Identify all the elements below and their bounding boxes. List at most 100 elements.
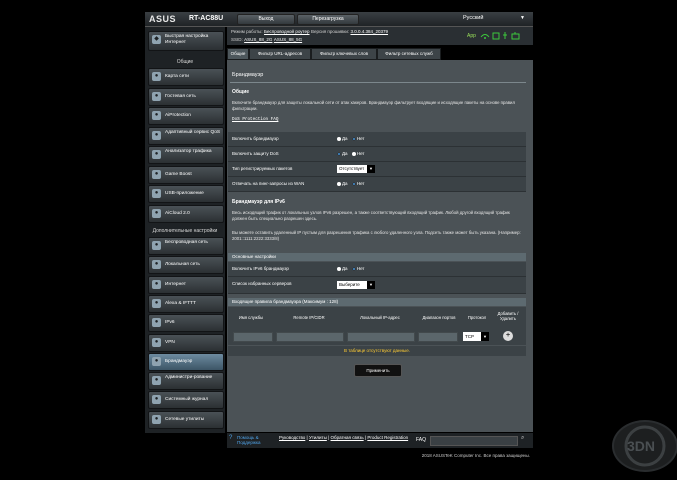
sidebar-item-ipv6[interactable]: ● IPv6 xyxy=(148,314,224,333)
radio-no[interactable] xyxy=(351,151,356,156)
admin-icon: ● xyxy=(152,376,161,386)
firewall-icon: ● xyxy=(152,356,161,366)
local-ip-input[interactable] xyxy=(347,332,415,342)
divider xyxy=(230,82,526,83)
app-label[interactable]: App xyxy=(467,33,476,39)
setting-row-favorite-servers: Список избранных серверов Выберите ▼ xyxy=(228,277,526,294)
sidebar-item-label: AiCloud 2.0 xyxy=(165,210,190,216)
apply-button[interactable]: Применить xyxy=(354,364,402,377)
sidebar-item-firewall[interactable]: ● Брандмауэр xyxy=(148,352,224,371)
tab-url-filter[interactable]: Фильтр URL-адресов xyxy=(249,48,311,60)
sidebar-item-label: Гостевая сеть xyxy=(165,93,196,99)
sidebar-item-quick-setup[interactable]: ◆ Быстрая настройка Интернет xyxy=(148,31,224,51)
ipv6-text-2: Вы можете оставить удаленный IP пустым д… xyxy=(232,230,521,241)
watermark-logo: 3DN xyxy=(612,420,677,472)
manual-link[interactable]: Руководство xyxy=(279,435,305,440)
tab-keyword-filter[interactable]: Фильтр ключевых слов xyxy=(311,48,377,60)
wireless-icon: ● xyxy=(152,241,161,250)
tab-service-filter[interactable]: Фильтр сетевых служб xyxy=(377,48,441,60)
sidebar-item-label: Администри-рование xyxy=(165,375,213,381)
usb-status-icon[interactable] xyxy=(503,32,507,39)
sidebar-item-cloud[interactable]: ● AiCloud 2.0 xyxy=(148,204,224,223)
wifi-status-icon[interactable] xyxy=(480,34,490,40)
chevron-down-icon: ▼ xyxy=(481,332,489,341)
setting-row-ipv6-firewall: Включить IPv6 брандмауэр Да Нет xyxy=(228,262,526,277)
product-registration-link[interactable]: Product Registration xyxy=(367,435,408,440)
reboot-button[interactable]: Перезагрузка xyxy=(297,14,359,25)
ipv6-icon: ● xyxy=(152,318,161,328)
favorite-servers-select[interactable]: Выберите ▼ xyxy=(337,281,375,289)
traffic-analyzer-icon: ● xyxy=(152,150,161,159)
svg-text:3DN: 3DN xyxy=(627,438,655,454)
radio-yes[interactable] xyxy=(337,136,341,141)
ipv6-text-1: Весь исходящий трафик от локальных узлов… xyxy=(232,210,510,221)
sidebar-item-syslog[interactable]: ● Системный журнал xyxy=(148,391,224,410)
mode-link[interactable]: Беспроводной роутер xyxy=(264,29,310,34)
radio-yes[interactable] xyxy=(337,151,341,156)
mode-label: Режим работы: xyxy=(231,29,263,34)
dos-faq-link[interactable]: DoS Protection FAQ xyxy=(232,117,278,123)
ssid-5g: ASUS_88_5G xyxy=(273,37,303,42)
sidebar-item-traffic-analyzer[interactable]: ● Анализатор трафика xyxy=(148,146,224,164)
sidebar-item-aiprotection[interactable]: ● AiProtection xyxy=(148,107,224,125)
sidebar-item-wan[interactable]: ● Интернет xyxy=(148,275,224,294)
sidebar-item-alexa[interactable]: ● Alexa & IFTTT xyxy=(148,294,224,313)
sidebar-item-game-boost[interactable]: ● Game Boost xyxy=(148,165,224,184)
sidebar-item-label: Alexa & IFTTT xyxy=(165,300,196,306)
feedback-link[interactable]: Обратная связь xyxy=(331,435,364,440)
language-value: Русский xyxy=(463,15,484,21)
sidebar-item-label: Сетевые утилиты xyxy=(165,416,205,422)
sidebar-item-guest-network[interactable]: ● Гостевая сеть xyxy=(148,87,224,106)
service-name-input[interactable] xyxy=(233,332,273,342)
model-name: RT-AC88U xyxy=(189,15,224,22)
sidebar-item-label: AiProtection xyxy=(165,113,191,118)
sidebar-item-label: Game Boost xyxy=(165,171,192,177)
column-header: Протокол xyxy=(467,315,487,320)
firmware-label: Версия прошивки: xyxy=(310,29,350,34)
radio-no[interactable] xyxy=(351,266,356,271)
footer-links: Руководство | Утилиты | Обратная связь |… xyxy=(279,435,409,440)
add-rule-button[interactable]: + xyxy=(503,331,513,341)
intro-text: Включите брандмауэр для защиты локальной… xyxy=(232,100,515,111)
general-heading: Общие xyxy=(232,89,250,95)
ssid-label: SSID: xyxy=(231,37,243,42)
tab-bar: Общие Фильтр URL-адресов Фильтр ключевых… xyxy=(227,48,533,60)
sidebar-item-network-map[interactable]: ● Карта сети xyxy=(148,68,224,86)
sidebar-item-label: Интернет xyxy=(165,281,186,287)
radio-no[interactable] xyxy=(351,181,356,186)
sidebar-item-label: Адаптивный сервис QoS xyxy=(165,129,221,135)
sidebar-item-network-tools[interactable]: ● Сетевые утилиты xyxy=(148,410,224,429)
network-status-icon[interactable] xyxy=(511,32,520,40)
logout-button[interactable]: Выход xyxy=(237,14,295,25)
guest-status-icon[interactable] xyxy=(492,32,500,40)
remote-ip-input[interactable] xyxy=(276,332,344,342)
sidebar-item-label: Системный журнал xyxy=(165,397,209,403)
port-range-input[interactable] xyxy=(418,332,458,342)
guest-network-icon: ● xyxy=(152,91,161,101)
protocol-select[interactable]: TCP ▼ xyxy=(463,332,489,341)
alexa-icon: ● xyxy=(152,298,161,308)
page-title: Брандмауэр xyxy=(232,72,264,78)
utilities-link[interactable]: Утилиты xyxy=(309,435,327,440)
faq-search-input[interactable] xyxy=(430,436,518,446)
sidebar-item-vpn[interactable]: ● VPN xyxy=(148,333,224,352)
select-value: TCP xyxy=(465,334,474,339)
network-map-icon: ● xyxy=(152,72,161,81)
radio-no[interactable] xyxy=(351,136,356,141)
ssid-2g: ASUS_88_2G xyxy=(244,37,273,42)
sidebar-item-qos[interactable]: ● Адаптивный сервис QoS xyxy=(148,126,224,145)
setting-row-wan-ping: Отвечать на пинг-запросы из WAN Да Нет xyxy=(228,177,526,192)
firmware-link[interactable]: 3.0.0.4.384_20379 xyxy=(350,29,388,34)
tab-general[interactable]: Общие xyxy=(227,48,249,60)
language-select[interactable]: Русский ▼ xyxy=(463,14,527,23)
log-type-select[interactable]: Отсутствует ▼ xyxy=(337,165,375,173)
sidebar-item-wireless[interactable]: ● Беспроводная сеть xyxy=(148,237,224,255)
radio-yes[interactable] xyxy=(337,266,341,271)
help-support-label[interactable]: Помощь & Поддержка xyxy=(237,435,273,445)
sidebar-item-admin[interactable]: ● Администри-рование xyxy=(148,372,224,391)
sidebar-item-usb[interactable]: ● USB-приложение xyxy=(148,185,224,203)
radio-yes[interactable] xyxy=(337,181,341,186)
search-icon[interactable]: ⌕ xyxy=(521,435,524,442)
quick-setup-icon: ◆ xyxy=(152,35,161,44)
sidebar-item-lan[interactable]: ● Локальная сеть xyxy=(148,256,224,275)
